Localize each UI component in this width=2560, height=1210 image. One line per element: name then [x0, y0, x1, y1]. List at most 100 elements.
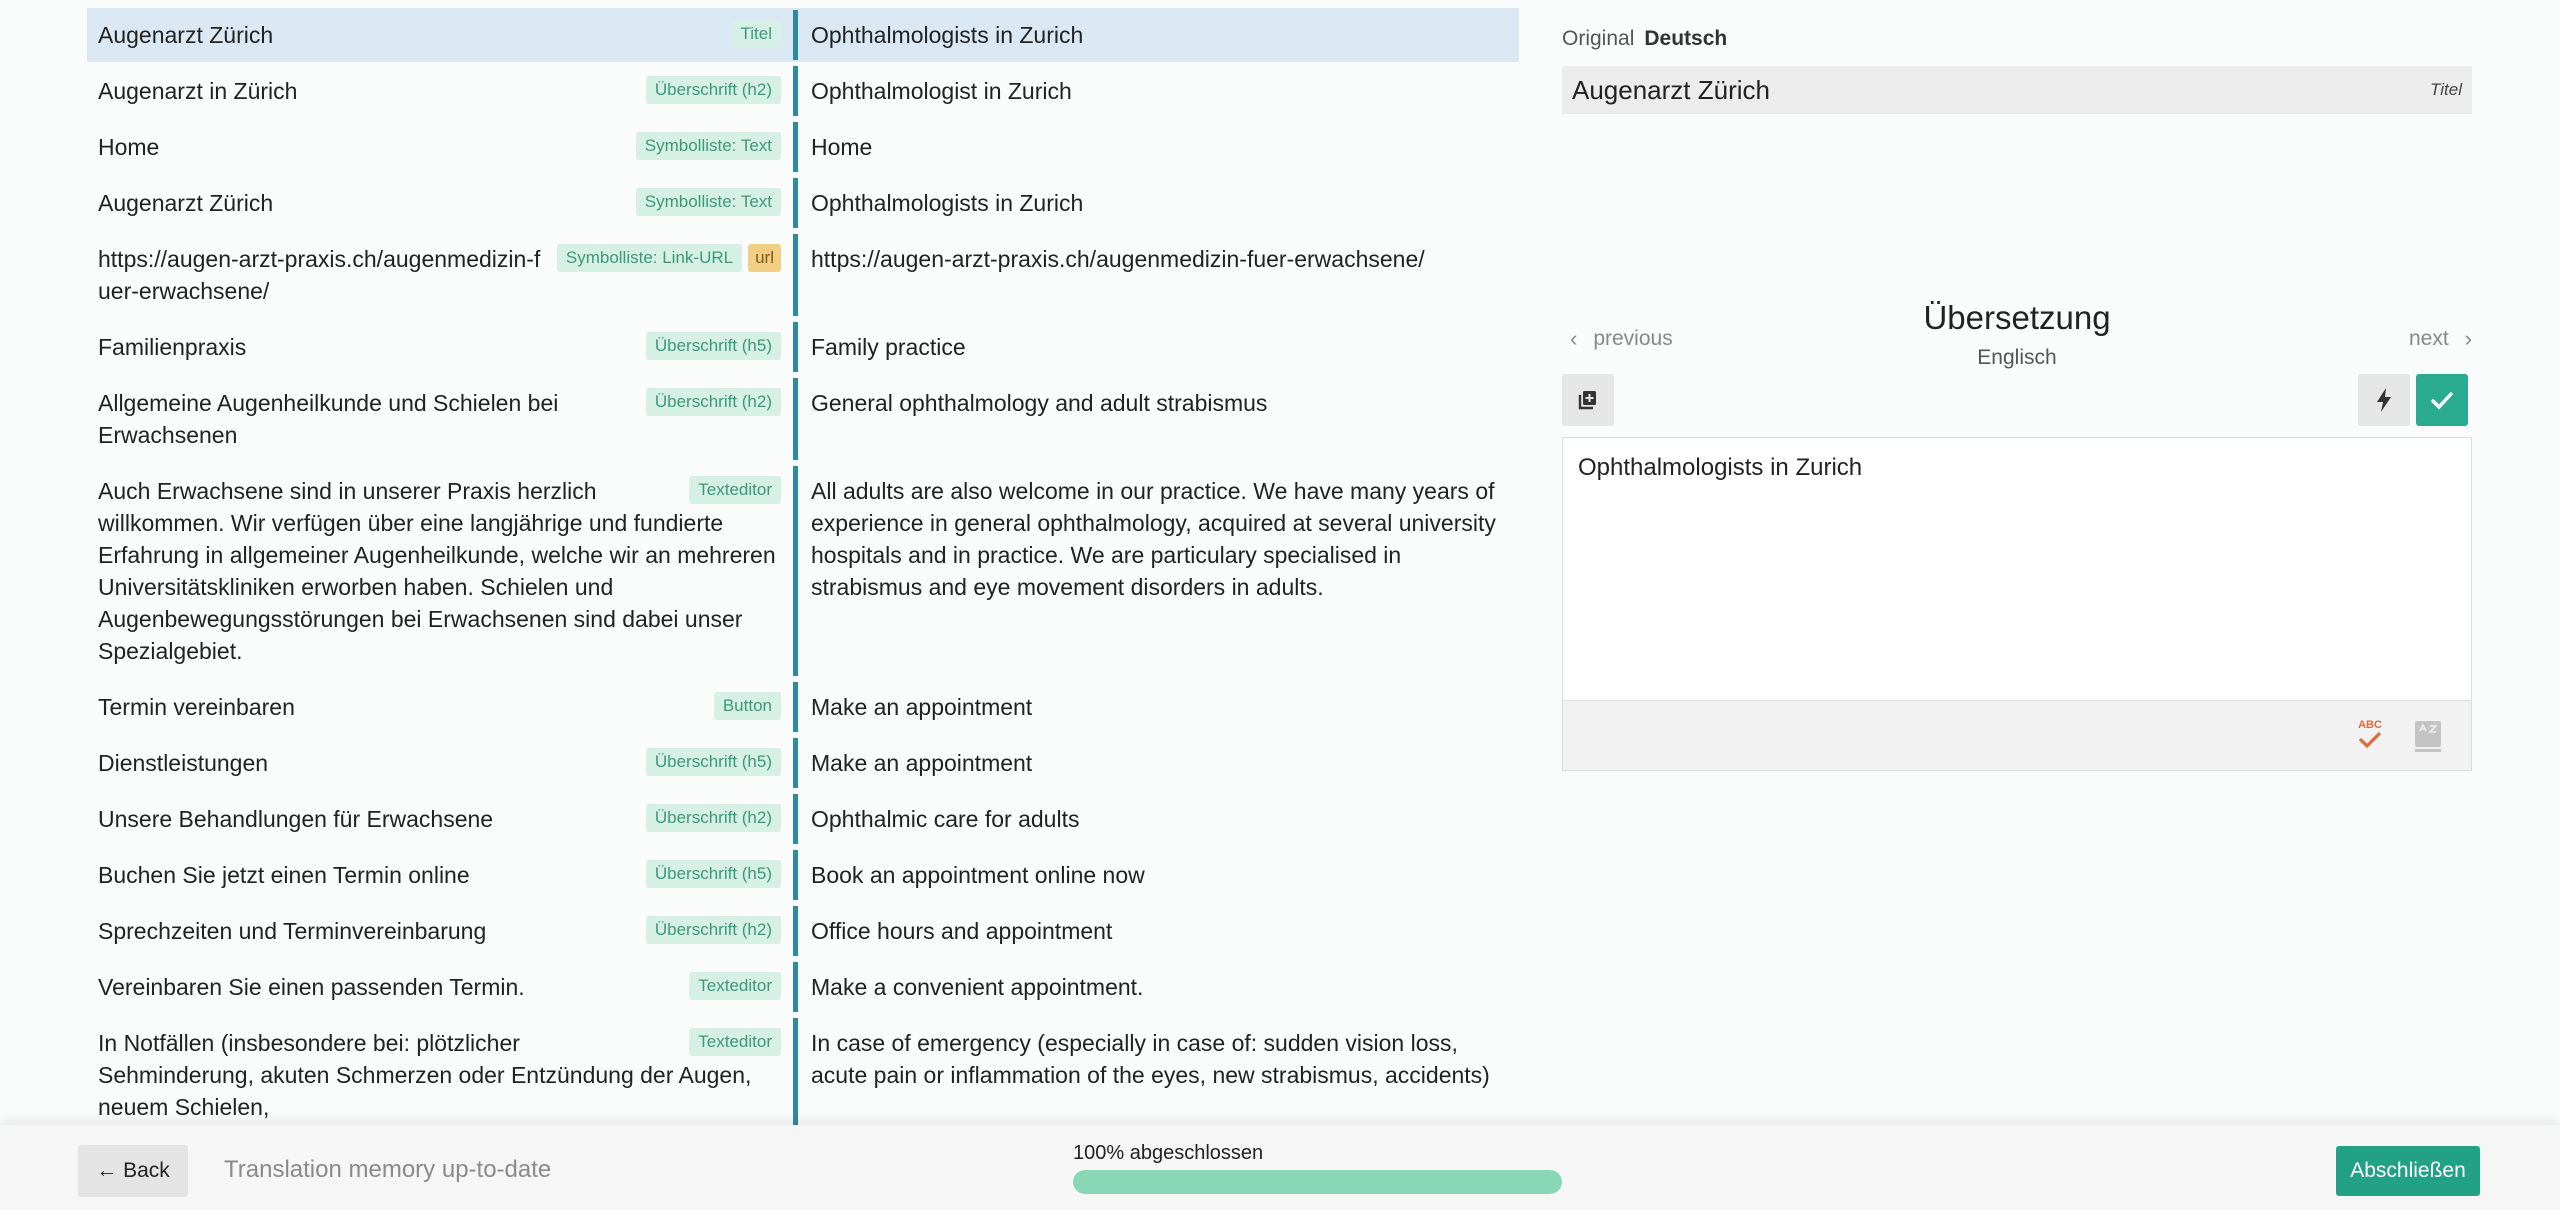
- segment-row[interactable]: Texteditor In Notfällen (insbesondere bei…: [87, 1016, 1519, 1125]
- segment-tags: Texteditor: [689, 1028, 781, 1056]
- segment-row[interactable]: Button Termin vereinbaren Make an appointm…: [87, 680, 1519, 734]
- segment-type-tag: Überschrift (h5): [645, 860, 781, 888]
- copy-source-button[interactable]: [1562, 374, 1614, 426]
- segment-type-tag: Symbolliste: Text: [635, 188, 781, 216]
- segment-row[interactable]: Symbolliste: Link-URL url https://augen-ar…: [87, 232, 1519, 318]
- segment-type-tag: Titel: [731, 20, 781, 48]
- segment-row[interactable]: Überschrift (h5) Buchen Sie jetzt einen T…: [87, 848, 1519, 902]
- segment-source-text: Auch Erwachsene sind in unserer Praxis h…: [98, 478, 776, 664]
- segment-source: Symbolliste: Link-URL url https://augen-ar…: [87, 232, 793, 318]
- segment-row[interactable]: Texteditor Vereinbaren Sie einen passende…: [87, 960, 1519, 1014]
- segment-target-text[interactable]: Family practice: [805, 320, 1519, 374]
- segment-row[interactable]: Überschrift (h5) Dienstleistungen Make an …: [87, 736, 1519, 790]
- segment-divider: [793, 682, 798, 732]
- segment-tags: Button: [713, 692, 781, 720]
- segment-source: Überschrift (h2) Unsere Behandlungen für …: [87, 792, 793, 846]
- segment-target-text[interactable]: General ophthalmology and adult strabism…: [805, 376, 1519, 462]
- segment-type-tag: Überschrift (h2): [645, 804, 781, 832]
- segment-source: Button Termin vereinbaren: [87, 680, 793, 734]
- segment-divider: [793, 234, 798, 316]
- segment-tags: Titel: [731, 20, 781, 48]
- segment-row[interactable]: Überschrift (h5) Familienpraxis Family pra…: [87, 320, 1519, 374]
- segment-target-text[interactable]: Ophthalmologists in Zurich: [805, 8, 1519, 62]
- machine-translate-button[interactable]: [2358, 374, 2410, 426]
- segment-source: Texteditor Vereinbaren Sie einen passende…: [87, 960, 793, 1014]
- segment-source: Titel Augenarzt Zürich: [87, 8, 793, 62]
- segment-tags: Texteditor: [689, 972, 781, 1000]
- original-field-label: Titel: [2430, 80, 2462, 99]
- segment-target-text[interactable]: Ophthalmologists in Zurich: [805, 176, 1519, 230]
- lightning-icon: [2377, 388, 2391, 412]
- segment-divider: [793, 962, 798, 1012]
- segment-target-text[interactable]: Ophthalmic care for adults: [805, 792, 1519, 846]
- next-label: next: [2408, 327, 2449, 350]
- segment-row[interactable]: Überschrift (h2) Augenarzt in Zürich Ophth…: [87, 64, 1519, 118]
- dictionary-icon[interactable]: [2413, 719, 2443, 753]
- finish-button[interactable]: Abschließen: [2336, 1146, 2480, 1196]
- segment-target-text[interactable]: All adults are also welcome in our pract…: [805, 464, 1519, 678]
- next-button[interactable]: next ›: [2409, 326, 2472, 352]
- translation-editor: Titel Augenarzt Zürich Ophthalmologists in…: [0, 0, 2560, 1210]
- chevron-right-icon: ›: [2464, 326, 2472, 351]
- segment-divider: [793, 66, 798, 116]
- segment-tags: Überschrift (h2): [645, 804, 781, 832]
- segment-target-text[interactable]: Office hours and appointment: [805, 904, 1519, 958]
- translation-language: Englisch: [1977, 346, 2057, 369]
- segment-tags: Überschrift (h5): [645, 748, 781, 776]
- progress-label: 100% abgeschlossen: [1073, 1142, 1264, 1164]
- progress-fill: [1073, 1170, 1562, 1194]
- segment-target-text[interactable]: In case of emergency (especially in case…: [805, 1016, 1519, 1125]
- segment-tags: Überschrift (h5): [645, 332, 781, 360]
- segment-type-tag: Überschrift (h5): [645, 332, 781, 360]
- svg-text:ABC: ABC: [2358, 719, 2382, 731]
- segment-target-text[interactable]: Make an appointment: [805, 680, 1519, 734]
- translation-input[interactable]: Ophthalmologists in Zurich: [1562, 437, 2472, 701]
- segment-type-tag: Symbolliste: Link-URL: [556, 244, 743, 272]
- segment-target-text[interactable]: Make a convenient appointment.: [805, 960, 1519, 1014]
- progress-bar: [1073, 1170, 1562, 1194]
- segment-tags: Überschrift (h2): [645, 916, 781, 944]
- segment-tags: Texteditor: [689, 476, 781, 504]
- segment-row[interactable]: Titel Augenarzt Zürich Ophthalmologists in…: [87, 8, 1519, 62]
- segment-source: Überschrift (h2) Allgemeine Augenheilkund…: [87, 376, 793, 462]
- segment-source-text: Vereinbaren Sie einen passenden Termin.: [98, 974, 525, 1000]
- segment-target-text[interactable]: Make an appointment: [805, 736, 1519, 790]
- segment-type-tag: Texteditor: [689, 972, 781, 1000]
- segment-tags: Überschrift (h5): [645, 860, 781, 888]
- spellcheck-icon[interactable]: ABC: [2355, 717, 2385, 753]
- segment-type-tag: Texteditor: [689, 1028, 781, 1056]
- segment-target-text[interactable]: Home: [805, 120, 1519, 174]
- original-language: Deutsch: [1644, 27, 1728, 50]
- segment-type-tag: Button: [713, 692, 781, 720]
- segment-divider: [793, 738, 798, 788]
- confirm-button[interactable]: [2416, 374, 2468, 426]
- segment-divider: [793, 1018, 798, 1125]
- back-button[interactable]: ← Back: [78, 1145, 188, 1197]
- segment-divider: [793, 378, 798, 460]
- segment-row[interactable]: Symbolliste: Text Home Home: [87, 120, 1519, 174]
- segment-tags: Symbolliste: Text: [635, 188, 781, 216]
- segment-source: Überschrift (h5) Buchen Sie jetzt einen T…: [87, 848, 793, 902]
- segment-target-text[interactable]: Ophthalmologist in Zurich: [805, 64, 1519, 118]
- segment-row[interactable]: Texteditor Auch Erwachsene sind in unsere…: [87, 464, 1519, 678]
- segment-divider: [793, 850, 798, 900]
- original-text-box: Augenarzt Zürich Titel: [1562, 66, 2472, 114]
- editor-toolbar: ABC: [1562, 701, 2472, 771]
- segment-type-tag: Überschrift (h2): [645, 76, 781, 104]
- segment-divider: [793, 178, 798, 228]
- segment-target-text[interactable]: Book an appointment online now: [805, 848, 1519, 902]
- translation-panel: Original Deutsch Augenarzt Zürich Titel ‹…: [1562, 0, 2472, 1125]
- segment-type-tag: Überschrift (h2): [645, 916, 781, 944]
- segment-row[interactable]: Überschrift (h2) Unsere Behandlungen für …: [87, 792, 1519, 846]
- segment-source: Texteditor In Notfällen (insbesondere bei…: [87, 1016, 793, 1125]
- translation-memory-status: Translation memory up-to-date: [224, 1156, 552, 1183]
- segment-row[interactable]: Symbolliste: Text Augenarzt Zürich Ophthal…: [87, 176, 1519, 230]
- segment-divider: [793, 906, 798, 956]
- segment-source: Symbolliste: Text Home: [87, 120, 793, 174]
- segment-row[interactable]: Überschrift (h2) Allgemeine Augenheilkund…: [87, 376, 1519, 462]
- segment-divider: [793, 122, 798, 172]
- segment-row[interactable]: Überschrift (h2) Sprechzeiten und Terminv…: [87, 904, 1519, 958]
- footer-bar: ← Back Translation memory up-to-date 100…: [0, 1125, 2560, 1210]
- segment-type-tag: url: [748, 244, 781, 272]
- segment-target-text[interactable]: https://augen-arzt-praxis.ch/augenmedizi…: [805, 232, 1519, 318]
